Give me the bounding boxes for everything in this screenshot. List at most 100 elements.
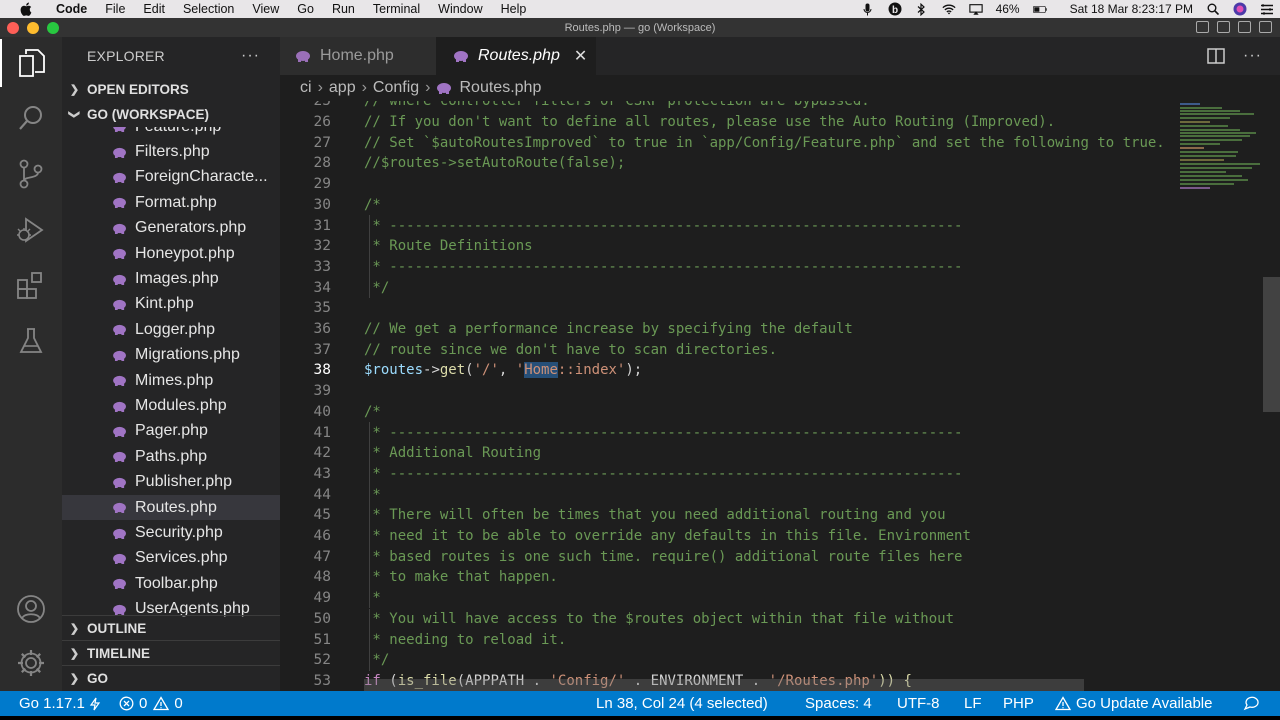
- code-line[interactable]: 28 //$routes->setAutoRoute(false);: [280, 153, 1172, 174]
- close-window-button[interactable]: [7, 22, 19, 34]
- code-line[interactable]: 36 // We get a performance increase by sp…: [280, 319, 1172, 340]
- file-tree-item[interactable]: Modules.php: [62, 393, 280, 418]
- breadcrumb-item[interactable]: ci: [300, 79, 312, 97]
- workspace-section[interactable]: ❯ GO (WORKSPACE): [62, 102, 280, 127]
- menu-view[interactable]: View: [243, 0, 288, 18]
- menu-go[interactable]: Go: [288, 0, 323, 18]
- code-line[interactable]: 29: [280, 174, 1172, 195]
- file-tree-item[interactable]: Services.php: [62, 546, 280, 571]
- text-selection[interactable]: Home: [524, 362, 558, 379]
- file-tree-item[interactable]: Migrations.php: [62, 343, 280, 368]
- siri-icon[interactable]: [1233, 2, 1247, 16]
- code-line[interactable]: 30 /*: [280, 195, 1172, 216]
- settings-gear-icon[interactable]: [0, 639, 62, 687]
- code-line[interactable]: 41 * -----------------------------------…: [280, 422, 1172, 443]
- microphone-icon[interactable]: [861, 2, 875, 16]
- encoding-status[interactable]: UTF-8: [897, 691, 940, 716]
- file-tree-item[interactable]: Kint.php: [62, 292, 280, 317]
- file-tree-item[interactable]: Mimes.php: [62, 368, 280, 393]
- source-control-icon[interactable]: [0, 150, 62, 198]
- horizontal-scrollbar[interactable]: [364, 679, 1084, 691]
- file-tree-item[interactable]: Images.php: [62, 266, 280, 291]
- more-actions-icon[interactable]: ···: [241, 47, 260, 65]
- menu-window[interactable]: Window: [429, 0, 491, 18]
- code-line[interactable]: 27 // Set `$autoRoutesImproved` to true i…: [280, 132, 1172, 153]
- code-line[interactable]: 37 // route since we don't have to scan d…: [280, 339, 1172, 360]
- control-center-icon[interactable]: [1260, 2, 1274, 16]
- code-line[interactable]: 35: [280, 298, 1172, 319]
- minimize-window-button[interactable]: [27, 22, 39, 34]
- code-line[interactable]: 46 * need it to be able to override any …: [280, 525, 1172, 547]
- search-icon[interactable]: [0, 94, 62, 142]
- cursor-position[interactable]: Ln 38, Col 24 (4 selected): [596, 691, 768, 716]
- file-tree-item[interactable]: Pager.php: [62, 419, 280, 444]
- battery-icon[interactable]: [1032, 2, 1047, 16]
- file-tree-item[interactable]: ForeignCharacte...: [62, 165, 280, 190]
- run-debug-icon[interactable]: [0, 206, 62, 254]
- file-tree-item[interactable]: Routes.php: [62, 495, 280, 521]
- menu-run[interactable]: Run: [323, 0, 364, 18]
- toggle-panel-icon[interactable]: [1217, 21, 1230, 33]
- menubar-datetime[interactable]: Sat 18 Mar 8:23:17 PM: [1070, 2, 1193, 16]
- extensions-icon[interactable]: [0, 262, 62, 310]
- go-section[interactable]: ❯ GO: [62, 665, 280, 690]
- code-line[interactable]: 40 /*: [280, 402, 1172, 423]
- feedback-icon[interactable]: [1243, 691, 1260, 716]
- file-tree-item[interactable]: Feature.php: [62, 127, 280, 139]
- menu-help[interactable]: Help: [492, 0, 536, 18]
- file-tree-item[interactable]: Toolbar.php: [62, 571, 280, 596]
- split-editor-icon[interactable]: [1207, 48, 1225, 64]
- outline-section[interactable]: ❯ OUTLINE: [62, 615, 280, 640]
- more-actions-icon[interactable]: ···: [1243, 47, 1262, 65]
- problems-status[interactable]: 0 0: [119, 691, 183, 716]
- b-app-icon[interactable]: b: [888, 2, 902, 16]
- explorer-icon[interactable]: [0, 39, 62, 87]
- file-tree-item[interactable]: UserAgents.php: [62, 597, 280, 617]
- code-line[interactable]: 32 * Route Definitions: [280, 235, 1172, 257]
- file-tree-item[interactable]: Paths.php: [62, 444, 280, 469]
- file-tree-item[interactable]: Honeypot.php: [62, 241, 280, 266]
- menu-selection[interactable]: Selection: [174, 0, 243, 18]
- code-line[interactable]: 44 *: [280, 484, 1172, 505]
- code-line[interactable]: 39: [280, 381, 1172, 402]
- code-line[interactable]: 26 // If you don't want to define all rou…: [280, 112, 1172, 133]
- language-mode[interactable]: PHP: [1003, 691, 1034, 716]
- menu-app-name[interactable]: Code: [47, 0, 96, 18]
- close-icon[interactable]: ✕: [574, 46, 587, 66]
- menu-file[interactable]: File: [96, 0, 134, 18]
- code-line[interactable]: 34 */: [280, 277, 1172, 298]
- tab-routes-php[interactable]: Routes.php ✕: [436, 37, 596, 75]
- code-line[interactable]: 48 * to make that happen.: [280, 567, 1172, 588]
- wifi-icon[interactable]: [941, 2, 956, 16]
- indentation-status[interactable]: Spaces: 4: [805, 691, 872, 716]
- file-tree-item[interactable]: Format.php: [62, 190, 280, 215]
- code-line[interactable]: 42 * Additional Routing: [280, 442, 1172, 464]
- zoom-window-button[interactable]: [47, 22, 59, 34]
- account-icon[interactable]: [0, 585, 62, 633]
- timeline-section[interactable]: ❯ TIMELINE: [62, 640, 280, 665]
- customize-layout-icon[interactable]: [1259, 21, 1272, 33]
- testing-icon[interactable]: [0, 317, 62, 365]
- code-line[interactable]: 45 * There will often be times that you …: [280, 505, 1172, 526]
- code-line-current[interactable]: 38 $routes->get('/', 'Home::index');: [280, 360, 1172, 381]
- vertical-scrollbar-thumb[interactable]: [1263, 277, 1280, 412]
- code-line[interactable]: 43 * -----------------------------------…: [280, 463, 1172, 485]
- file-tree-item[interactable]: Publisher.php: [62, 470, 280, 495]
- file-tree-item[interactable]: Filters.php: [62, 139, 280, 164]
- code-line[interactable]: 50 * You will have access to the $routes…: [280, 608, 1172, 630]
- apple-icon[interactable]: [17, 2, 35, 16]
- file-tree-item[interactable]: Logger.php: [62, 317, 280, 342]
- file-tree-item[interactable]: Generators.php: [62, 216, 280, 241]
- file-tree-item[interactable]: Security.php: [62, 520, 280, 545]
- eol-status[interactable]: LF: [964, 691, 982, 716]
- go-version-status[interactable]: Go 1.17.1: [19, 691, 101, 716]
- menu-terminal[interactable]: Terminal: [364, 0, 429, 18]
- tab-home-php[interactable]: Home.php: [280, 37, 436, 75]
- menu-edit[interactable]: Edit: [134, 0, 174, 18]
- go-update-status[interactable]: Go Update Available: [1055, 691, 1213, 716]
- code-line[interactable]: 47 * based routes is one such time. requ…: [280, 546, 1172, 568]
- code-editor[interactable]: 25 // where controller filters or CSRF pr…: [280, 101, 1172, 691]
- toggle-sidebar-icon[interactable]: [1196, 21, 1209, 33]
- breadcrumb-item[interactable]: Config: [373, 79, 419, 97]
- breadcrumb-item[interactable]: Routes.php: [460, 79, 542, 97]
